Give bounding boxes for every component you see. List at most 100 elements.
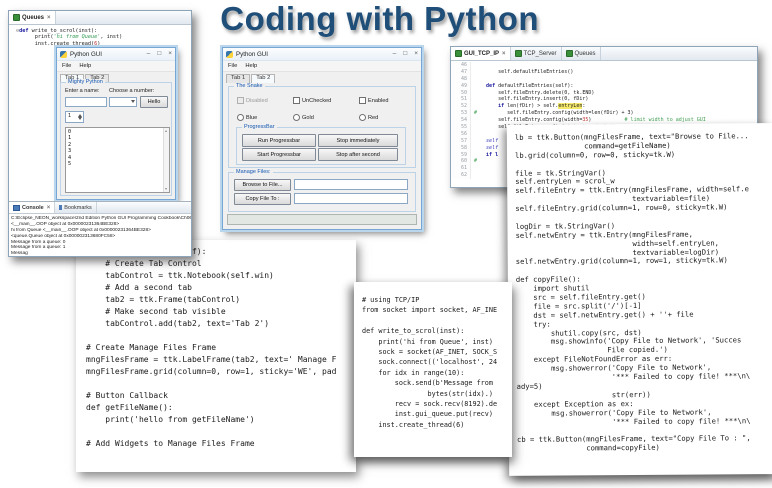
title-bar[interactable]: Python GUI – □ × xyxy=(223,48,421,61)
line-number: 52 xyxy=(451,103,471,111)
menu-help[interactable]: Help xyxy=(79,63,91,69)
title-bar[interactable]: Python GUI – □ × xyxy=(57,48,175,61)
line-number: 50 xyxy=(451,89,471,97)
radio-gold[interactable]: Gold xyxy=(293,114,314,121)
radio-red[interactable]: Red xyxy=(359,114,378,121)
python-file-icon xyxy=(565,50,573,57)
radio-icon xyxy=(237,114,244,121)
python-gui-window-tab2: Python GUI – □ × File Help Tab 1 Tab 2 T… xyxy=(222,47,422,230)
copy-file-to-button[interactable]: Copy File To : xyxy=(234,193,291,205)
menu-file[interactable]: File xyxy=(228,63,237,69)
eclipse-window-queues: Queues × ⊖def write_to_scrol(inst): prin… xyxy=(8,10,192,257)
code-line: 51 self.fileEntry.insert(0, fDir) xyxy=(451,96,757,104)
stop-immediately-button[interactable]: Stop immediately xyxy=(318,134,398,147)
the-snake-frame: The Snake Disabled UnChecked Enabled Blu… xyxy=(228,83,416,168)
close-tab-icon[interactable]: × xyxy=(47,205,51,211)
menu-bar: File Help xyxy=(223,61,421,72)
code-editor[interactable]: ⊖def write_to_scrol(inst): print('hi fro… xyxy=(9,25,191,47)
scrollbar[interactable] xyxy=(163,128,169,192)
maximize-icon[interactable]: □ xyxy=(403,50,407,58)
hello-button[interactable]: Hello xyxy=(140,96,168,108)
console-line: Messag xyxy=(11,251,28,257)
tab-gui-tcp-ip[interactable]: GUI_TCP_IP × xyxy=(451,47,511,60)
line-number: 59 xyxy=(451,151,471,159)
spinner-down-icon[interactable] xyxy=(78,117,82,120)
python-file-icon xyxy=(514,50,522,57)
bookmark-icon xyxy=(59,205,63,210)
code-line: # Create Manage Files Frame xyxy=(86,343,217,352)
menu-help[interactable]: Help xyxy=(245,63,257,69)
tab-console[interactable]: Console × xyxy=(9,202,56,213)
scrolled-text[interactable]: 012345 xyxy=(65,127,170,193)
checkbox-disabled[interactable]: Disabled xyxy=(237,97,268,104)
line-number: 57 xyxy=(451,137,471,145)
tab-label: TCP_Server xyxy=(523,50,557,57)
tab-strip: Tab 1 Tab 2 xyxy=(223,72,421,83)
number-label: Choose a number: xyxy=(109,88,155,94)
radio-icon xyxy=(359,114,366,121)
line-number: 55 xyxy=(451,124,471,131)
code-line: def write_to_scrol(inst): xyxy=(362,327,465,336)
checkbox-enabled[interactable]: Enabled xyxy=(359,97,389,104)
tab-queues[interactable]: Queues xyxy=(562,47,601,60)
line-number: 61 xyxy=(451,165,471,173)
tab-label: Queues xyxy=(574,50,596,57)
close-tab-icon[interactable]: × xyxy=(47,15,51,21)
network-path-input[interactable] xyxy=(294,193,408,204)
checkbox-icon xyxy=(237,97,244,104)
scrollbar-down-icon[interactable] xyxy=(165,188,167,190)
tab-queues[interactable]: Queues × xyxy=(9,11,56,24)
tab-tcp-server[interactable]: TCP_Server xyxy=(511,47,562,60)
line-number: 62 xyxy=(451,172,471,180)
close-icon[interactable]: × xyxy=(414,50,418,58)
line-number: 58 xyxy=(451,144,471,152)
maximize-icon[interactable]: □ xyxy=(157,50,161,58)
code-line: print('hi from Queue', inst) xyxy=(362,337,493,346)
code-line: def getFileName(): xyxy=(86,403,173,412)
file-path-input[interactable] xyxy=(294,179,408,190)
menu-file[interactable]: File xyxy=(62,63,71,69)
line-number: 46 xyxy=(451,62,471,69)
quantity-stepper[interactable]: 1 xyxy=(65,111,84,123)
line-number: 48 xyxy=(451,75,471,83)
line-number: 53 xyxy=(451,110,471,118)
code-line: 49 def defaultFileEntries(self): xyxy=(451,82,757,90)
start-progressbar-button[interactable]: Start Progressbar xyxy=(242,148,316,161)
name-label: Enter a name: xyxy=(65,88,100,94)
name-input[interactable] xyxy=(65,97,107,107)
tab-2[interactable]: Tab 2 xyxy=(251,74,276,83)
tab-bookmarks[interactable]: Bookmarks xyxy=(55,202,97,213)
scrollbar-up-icon[interactable] xyxy=(165,130,167,132)
python-logo-icon xyxy=(226,50,233,58)
console-output[interactable]: C:\Eclipse_NEON_workspace\2nd Edition Py… xyxy=(9,214,191,257)
tab-label: Console xyxy=(22,204,44,211)
slide: GUI_TCP_IP × TCP_Server Queues 46 47 sel… xyxy=(0,0,772,488)
line-number: 47 xyxy=(451,68,471,76)
number-dropdown[interactable] xyxy=(109,97,137,107)
window-title: Python GUI xyxy=(70,50,102,58)
tab-label: Bookmarks xyxy=(64,204,92,211)
code-line: for idx in range(10): xyxy=(362,368,465,377)
checkbox-unchecked[interactable]: UnChecked xyxy=(293,97,331,104)
code-line: tabControl.add(tab2, text='Tab 2') xyxy=(86,319,270,328)
code-line: inst.create_thread(6) xyxy=(16,40,101,47)
code-line: 48 xyxy=(451,75,757,83)
minimize-icon[interactable]: – xyxy=(393,50,397,58)
python-gui-window-tab1: Python GUI – □ × File Help Tab 1 Tab 2 M… xyxy=(56,47,176,200)
close-tab-icon[interactable]: × xyxy=(502,51,506,57)
code-line: sock.send(b'Message from xyxy=(362,379,493,388)
browse-to-file-button[interactable]: Browse to File... xyxy=(234,179,291,191)
stop-after-second-button[interactable]: Stop after second xyxy=(318,148,398,161)
tab-1[interactable]: Tab 1 xyxy=(226,74,251,83)
python-file-icon xyxy=(455,50,462,57)
minimize-icon[interactable]: – xyxy=(147,50,151,58)
code-line: # Button Callback xyxy=(86,391,168,400)
run-progressbar-button[interactable]: Run Progressbar xyxy=(242,134,316,147)
radio-blue[interactable]: Blue xyxy=(237,114,257,121)
checkbox-icon xyxy=(293,97,300,104)
close-icon[interactable]: × xyxy=(168,50,172,58)
checkbox-icon xyxy=(359,97,366,104)
code-line: tab2 = ttk.Frame(tabControl) xyxy=(86,295,241,304)
